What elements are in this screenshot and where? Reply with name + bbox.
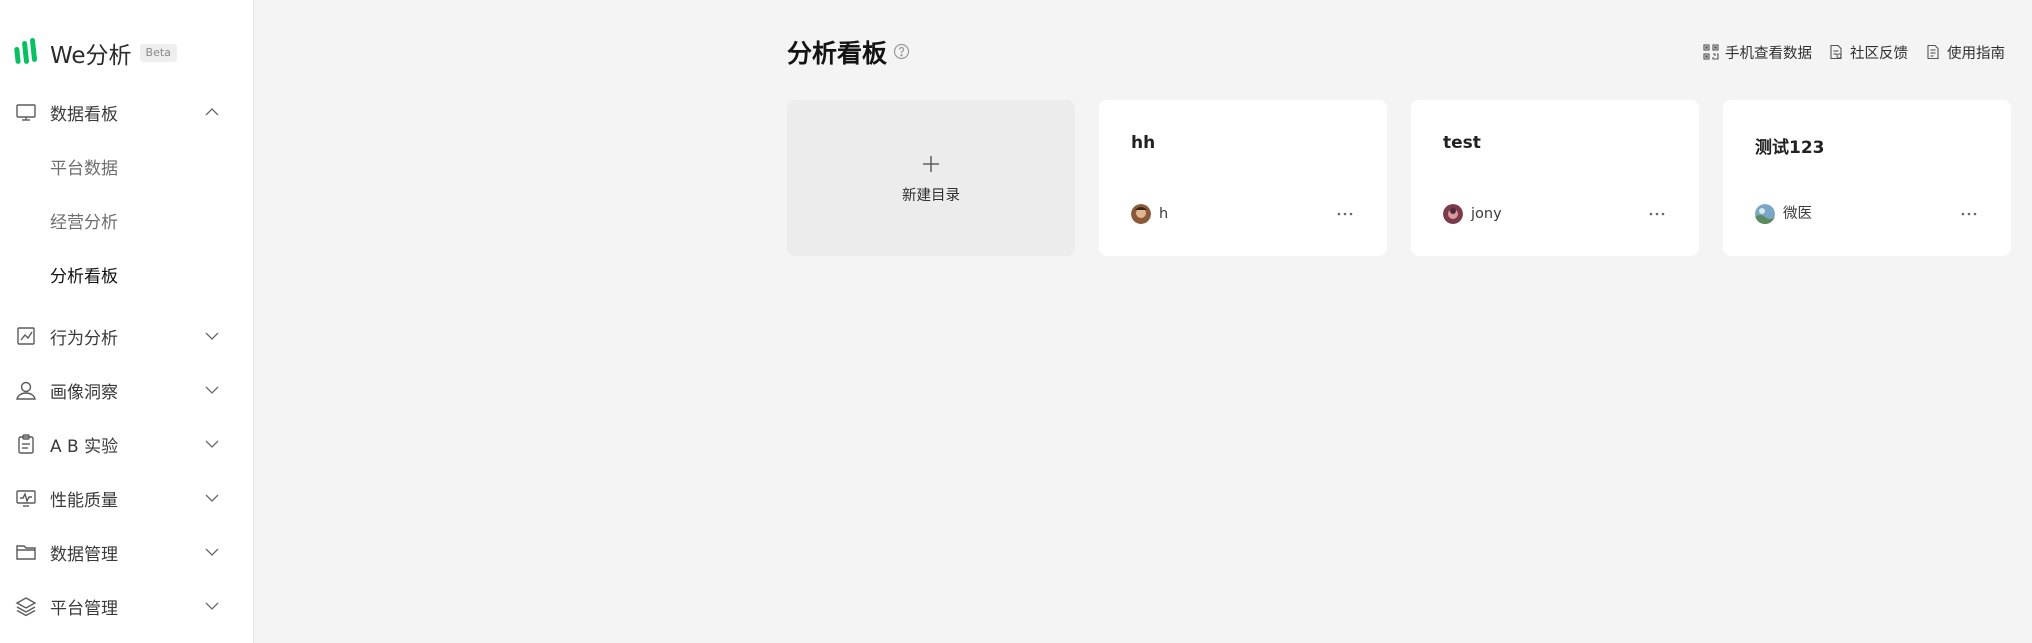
app-brand: We分析 <box>50 43 132 69</box>
avatar <box>1131 204 1151 224</box>
chevron-down-icon[interactable] <box>204 598 220 614</box>
sidebar-item-data-management[interactable]: 数据管理 <box>0 532 254 572</box>
user-portrait-icon <box>15 379 37 401</box>
chevron-down-icon[interactable] <box>204 328 220 344</box>
new-directory-label: 新建目录 <box>902 188 960 204</box>
sidebar: We分析 Beta 数据看板 平台数据 经营分析 分析看板 行为分析 画像洞察 … <box>0 0 254 643</box>
new-directory-card[interactable]: 新建目录 <box>787 100 1075 256</box>
sidebar-item-label: 性能质量 <box>50 490 118 511</box>
dashboard-card-title: 测试123 <box>1755 138 1825 158</box>
dashboard-card[interactable]: 测试123 微医 <box>1723 100 2011 256</box>
community-feedback-label: 社区反馈 <box>1850 45 1908 62</box>
chevron-up-icon[interactable] <box>204 104 220 120</box>
chevron-down-icon[interactable] <box>204 544 220 560</box>
dashboard-card-title: test <box>1443 133 1481 153</box>
clipboard-icon <box>15 433 37 455</box>
sidebar-subitem-business-analysis[interactable]: 经营分析 <box>50 202 240 238</box>
dashboard-owner: jony <box>1471 206 1502 222</box>
more-options-icon[interactable] <box>1959 204 1979 224</box>
sidebar-item-label: 数据管理 <box>50 544 118 565</box>
avatar <box>1443 204 1463 224</box>
sidebar-item-label: 画像洞察 <box>50 382 118 403</box>
monitor-icon <box>15 101 37 123</box>
dashboard-card[interactable]: hh h <box>1099 100 1387 256</box>
app: We分析 Beta 数据看板 平台数据 经营分析 分析看板 行为分析 画像洞察 … <box>0 0 2032 643</box>
feedback-doc-icon <box>1828 44 1844 60</box>
sidebar-item-behavior-analysis[interactable]: 行为分析 <box>0 316 254 356</box>
folder-icon <box>15 541 37 563</box>
sidebar-item-label: 数据看板 <box>50 104 118 125</box>
sidebar-item-portrait-insight[interactable]: 画像洞察 <box>0 370 254 410</box>
dashboard-card[interactable]: test jony <box>1411 100 1699 256</box>
app-logo[interactable]: We分析 Beta <box>14 36 177 70</box>
guide-doc-icon <box>1925 44 1941 60</box>
plus-icon <box>921 154 941 174</box>
chevron-down-icon[interactable] <box>204 436 220 452</box>
dashboard-card-title: hh <box>1131 133 1156 153</box>
qr-code-icon <box>1703 44 1719 60</box>
dashboard-owner: h <box>1159 206 1169 222</box>
sidebar-subitem-platform-data[interactable]: 平台数据 <box>50 148 240 184</box>
sidebar-item-platform-management[interactable]: 平台管理 <box>0 586 254 626</box>
more-options-icon[interactable] <box>1647 204 1667 224</box>
sidebar-item-label: A B 实验 <box>50 436 119 457</box>
layers-icon <box>15 595 37 617</box>
avatar <box>1755 204 1775 224</box>
sidebar-item-ab-test[interactable]: A B 实验 <box>0 424 254 464</box>
beta-badge: Beta <box>139 44 177 62</box>
chevron-down-icon[interactable] <box>204 490 220 506</box>
user-guide-label: 使用指南 <box>1947 45 2005 62</box>
community-feedback-link[interactable]: 社区反馈 <box>1828 40 1908 64</box>
sidebar-item-data-board[interactable]: 数据看板 <box>0 92 254 132</box>
sidebar-subitem-analysis-board[interactable]: 分析看板 <box>50 256 240 292</box>
sidebar-item-label: 平台管理 <box>50 598 118 619</box>
chart-trend-icon <box>15 325 37 347</box>
sidebar-item-label: 行为分析 <box>50 328 118 349</box>
page-title: 分析看板 <box>787 39 888 68</box>
mobile-view-label: 手机查看数据 <box>1725 45 1812 62</box>
more-options-icon[interactable] <box>1335 204 1355 224</box>
help-icon[interactable] <box>893 43 910 60</box>
chevron-down-icon[interactable] <box>204 382 220 398</box>
sidebar-item-performance-quality[interactable]: 性能质量 <box>0 478 254 518</box>
logo-mark-icon <box>14 36 40 70</box>
pulse-monitor-icon <box>15 487 37 509</box>
dashboard-owner: 微医 <box>1783 206 1812 222</box>
user-guide-link[interactable]: 使用指南 <box>1925 40 2005 64</box>
mobile-view-link[interactable]: 手机查看数据 <box>1703 40 1812 64</box>
